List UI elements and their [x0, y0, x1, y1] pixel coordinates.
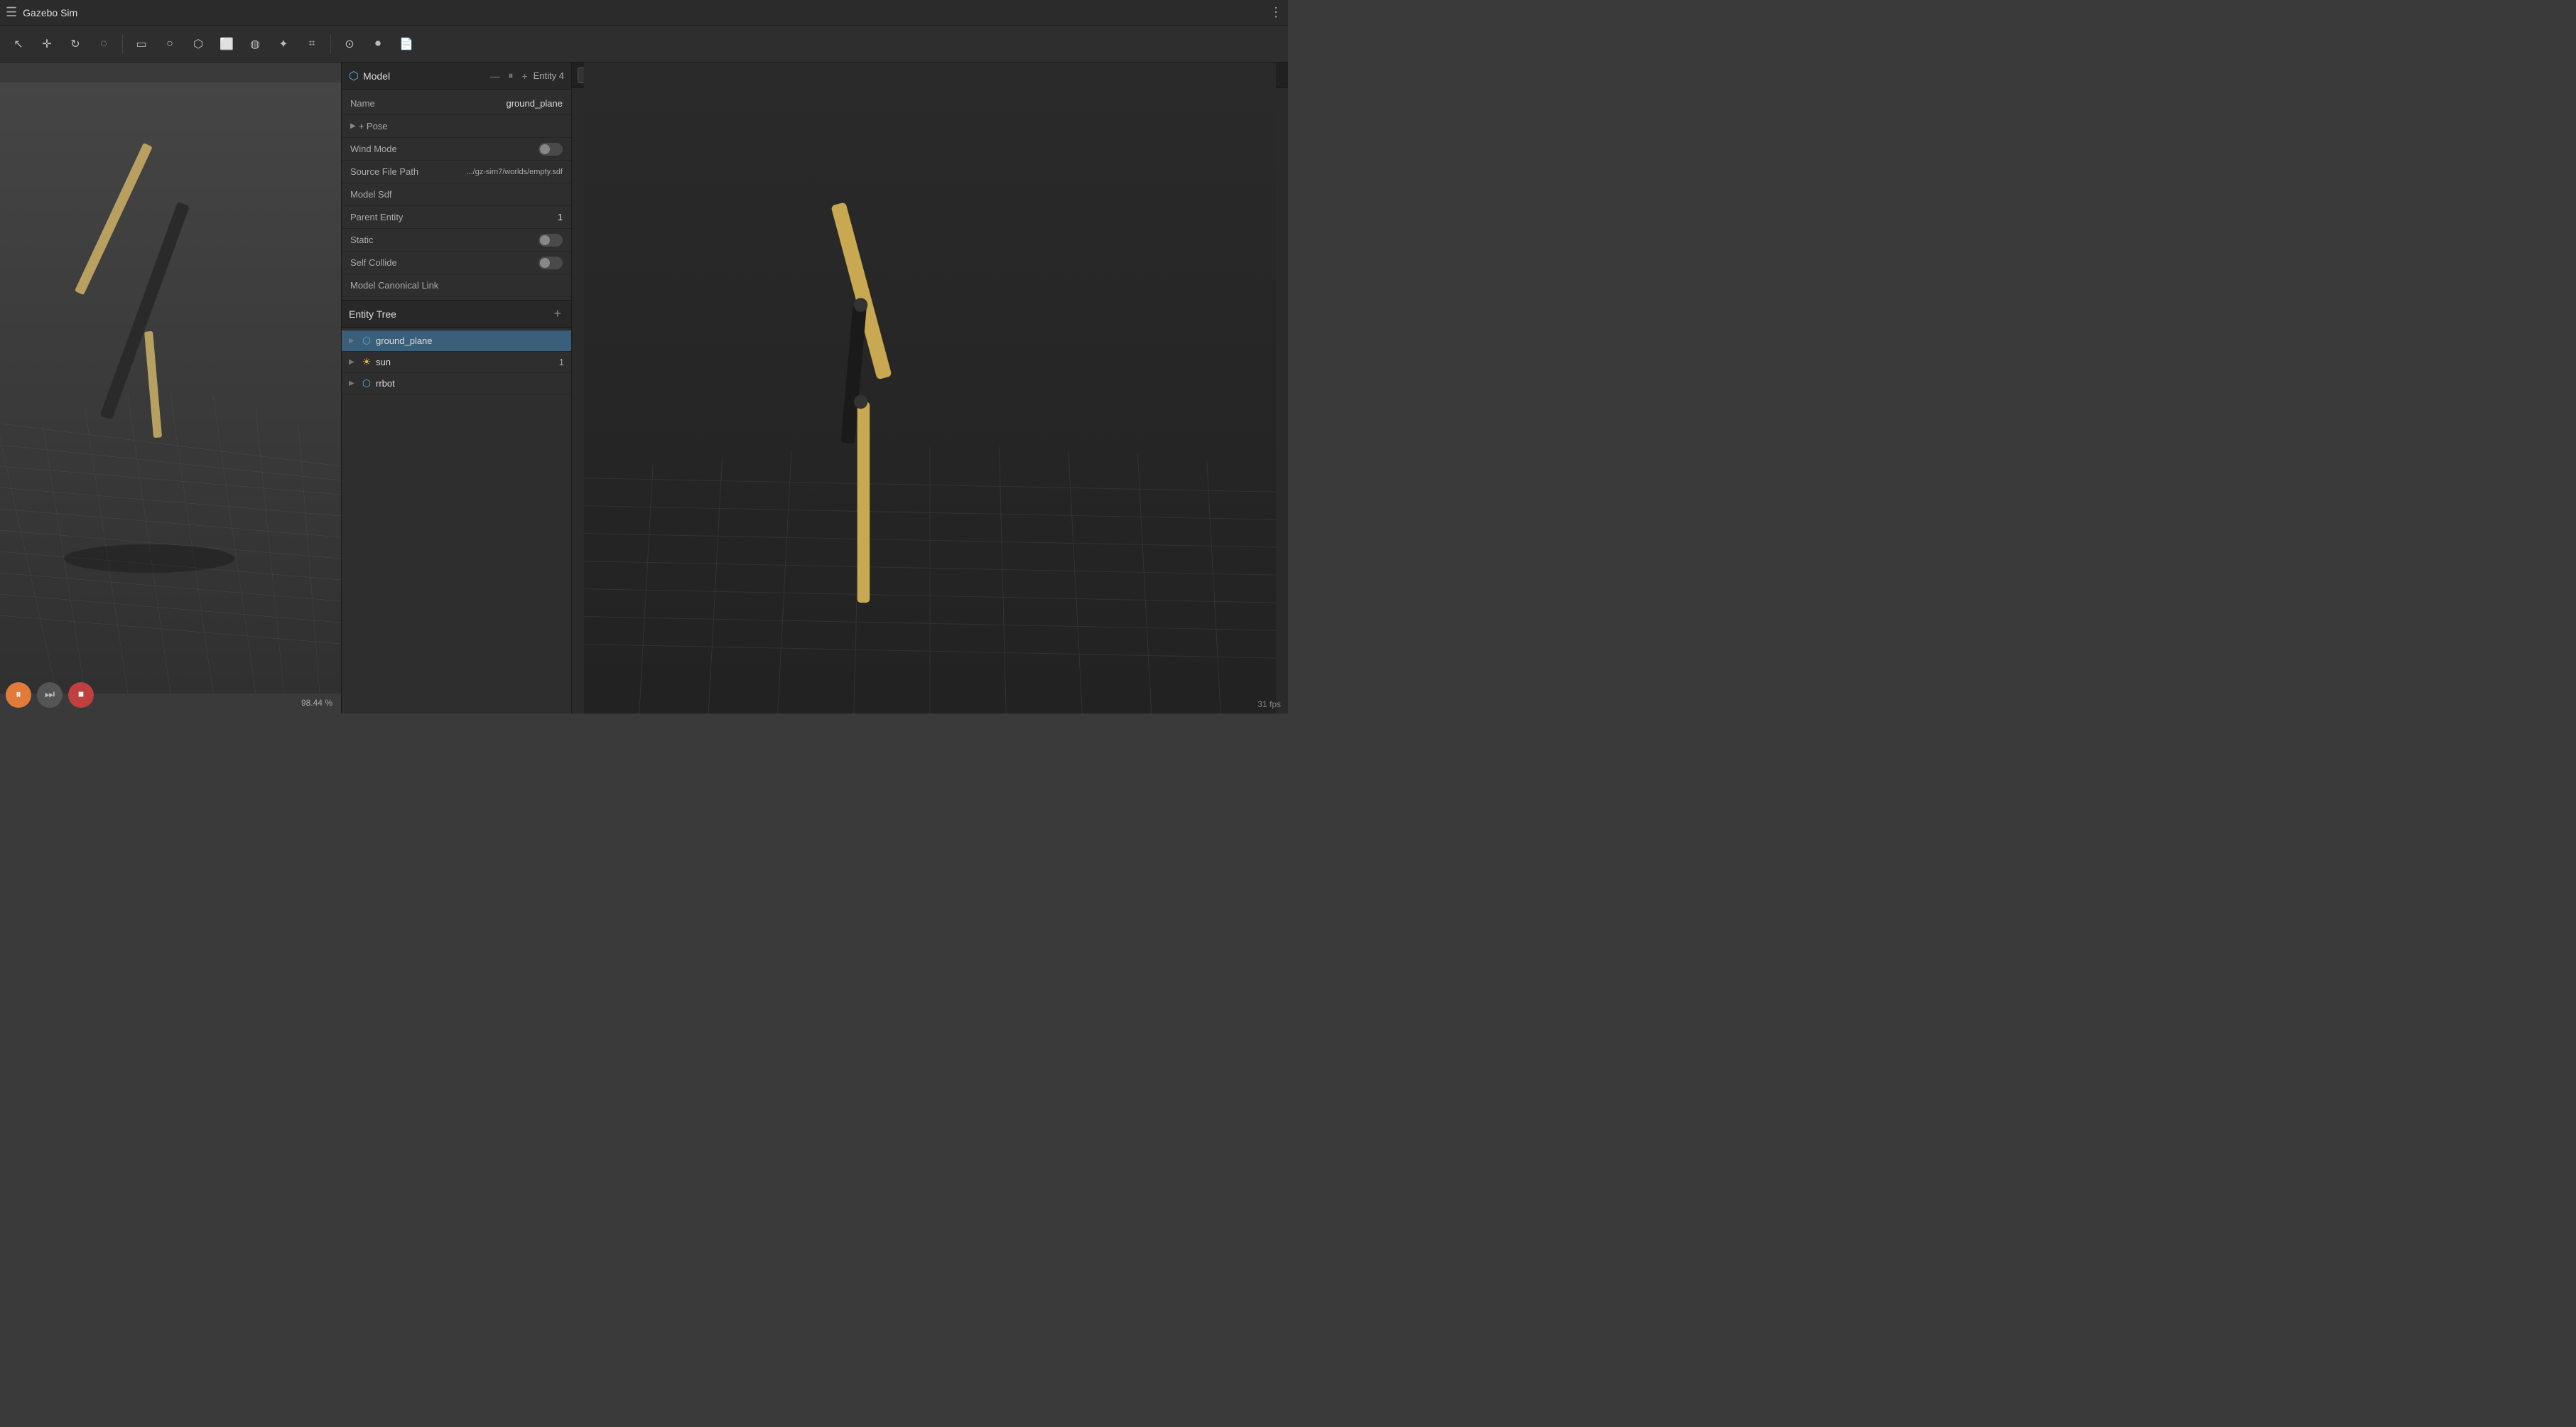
ground-plane-label: ground_plane: [376, 335, 433, 346]
screenshot-btn[interactable]: ⊙: [337, 31, 362, 57]
model-icon: ⬡: [349, 69, 359, 83]
panel-add-btn[interactable]: +: [519, 69, 530, 83]
model-title: Model: [363, 70, 390, 82]
model-header-controls: — ⏸ + Entity 4: [487, 68, 564, 83]
right-viewport-canvas: [572, 63, 1288, 714]
fps-label: 31 fps: [1257, 699, 1281, 709]
prop-model-sdf-label: Model Sdf: [350, 189, 563, 200]
rrbot-label: rrbot: [376, 378, 395, 389]
prop-static-row: Static: [342, 229, 571, 252]
sun-expand-icon: ▶: [349, 358, 357, 366]
sun-icon: ☀: [360, 356, 373, 368]
left-viewport[interactable]: ⏸ ⏭ ⏹ 98.44 %: [0, 63, 341, 714]
rrbot-icon: ⬡: [360, 377, 373, 389]
prop-name-row: Name ground_plane: [342, 92, 571, 115]
ellipsoid-tool-btn[interactable]: ◍: [242, 31, 268, 57]
video-btn[interactable]: ⏺: [365, 31, 391, 57]
prop-name-value: ground_plane: [506, 98, 563, 109]
tree-item-sun[interactable]: ▶ ☀ sun 1: [342, 352, 571, 373]
prop-static-label: Static: [350, 235, 539, 245]
left-viewport-canvas: [0, 63, 341, 714]
tree-item-ground-plane[interactable]: ▶ ⬡ ground_plane: [342, 330, 571, 352]
scale-tool-btn[interactable]: ◌: [91, 31, 117, 57]
tree-item-rrbot[interactable]: ▶ ⬡ rrbot: [342, 373, 571, 394]
panel-pin-btn[interactable]: —: [487, 69, 502, 83]
log-btn[interactable]: 📄: [394, 31, 419, 57]
capsule-tool-btn[interactable]: ⬜: [214, 31, 239, 57]
toolbar-divider-1: [122, 34, 123, 54]
prop-self-collide-row: Self Collide: [342, 252, 571, 274]
side-panel: ⬡ Model — ⏸ + Entity 4 Name ground_plane…: [341, 63, 572, 714]
prop-source-label: Source File Path: [350, 166, 467, 177]
sun-badge: 1: [559, 357, 564, 367]
prop-pose-row[interactable]: ▶ + Pose: [342, 115, 571, 138]
panel-pause-btn[interactable]: ⏸: [505, 68, 516, 83]
pose-expand-icon: ▶: [350, 122, 356, 130]
viewport-bottom-bar: 98.44 %: [0, 698, 341, 708]
menu-icon[interactable]: ☰: [6, 5, 17, 20]
toolbar-divider-2: [330, 34, 331, 54]
prop-model-sdf-row: Model Sdf: [342, 183, 571, 206]
rotate-tool-btn[interactable]: ↻: [63, 31, 88, 57]
entity-tree-title: Entity Tree: [349, 308, 546, 320]
zoom-level: 98.44 %: [301, 698, 332, 708]
entity-tree-add-btn[interactable]: +: [551, 306, 564, 321]
sphere-tool-btn[interactable]: ○: [157, 31, 183, 57]
prop-self-collide-label: Self Collide: [350, 257, 539, 268]
prop-canonical-link-row: Model Canonical Link: [342, 274, 571, 297]
wind-mode-toggle[interactable]: [539, 143, 563, 156]
prop-parent-entity-value: 1: [558, 212, 563, 222]
ground-plane-expand-icon: ▶: [349, 337, 357, 345]
more-icon[interactable]: ⋮: [1270, 5, 1282, 20]
main-layout: ⏸ ⏭ ⏹ 98.44 % ⬡ Model — ⏸ + Entity 4 Nam…: [0, 63, 1288, 714]
translate-tool-btn[interactable]: ✛: [34, 31, 60, 57]
prop-wind-label: Wind Mode: [350, 144, 539, 154]
ground-plane-icon: ⬡: [360, 335, 373, 347]
sun-label: sun: [376, 357, 391, 367]
toolbar: ↖ ✛ ↻ ◌ ▭ ○ ⬡ ⬜ ◍ ✦ ⌗ ⊙ ⏺ 📄: [0, 26, 1288, 63]
properties-list: Name ground_plane ▶ + Pose Wind Mode Sou…: [342, 90, 571, 300]
top-bar: ☰ Gazebo Sim ⋮: [0, 0, 1288, 26]
select-tool-btn[interactable]: ↖: [6, 31, 31, 57]
light-tool-btn[interactable]: ✦: [271, 31, 296, 57]
model-header: ⬡ Model — ⏸ + Entity 4: [342, 63, 571, 90]
right-viewport[interactable]: ⊕ Move Camera ↖ Select ◎ Focus Camera ⟷ …: [572, 63, 1288, 714]
entity-tree-header: Entity Tree +: [342, 301, 571, 328]
mesh-tool-btn[interactable]: ⌗: [299, 31, 325, 57]
self-collide-toggle[interactable]: [539, 257, 563, 269]
static-toggle[interactable]: [539, 234, 563, 247]
prop-source-row: Source File Path .../gz-sim7/worlds/empt…: [342, 161, 571, 183]
prop-name-label: Name: [350, 98, 506, 109]
prop-parent-entity-row: Parent Entity 1: [342, 206, 571, 229]
prop-wind-row: Wind Mode: [342, 138, 571, 161]
rrbot-expand-icon: ▶: [349, 379, 357, 387]
prop-canonical-link-label: Model Canonical Link: [350, 280, 563, 291]
prop-pose-label: + Pose: [359, 121, 388, 131]
prop-source-value: .../gz-sim7/worlds/empty.sdf: [467, 168, 563, 176]
prop-parent-entity-label: Parent Entity: [350, 212, 558, 222]
app-title: Gazebo Sim: [23, 7, 77, 18]
box-tool-btn[interactable]: ▭: [129, 31, 154, 57]
entity-tree-items: ▶ ⬡ ground_plane ▶ ☀ sun 1 ▶ ⬡ rrbot: [342, 328, 571, 714]
cylinder-tool-btn[interactable]: ⬡: [185, 31, 211, 57]
entity-label: Entity 4: [534, 70, 564, 81]
